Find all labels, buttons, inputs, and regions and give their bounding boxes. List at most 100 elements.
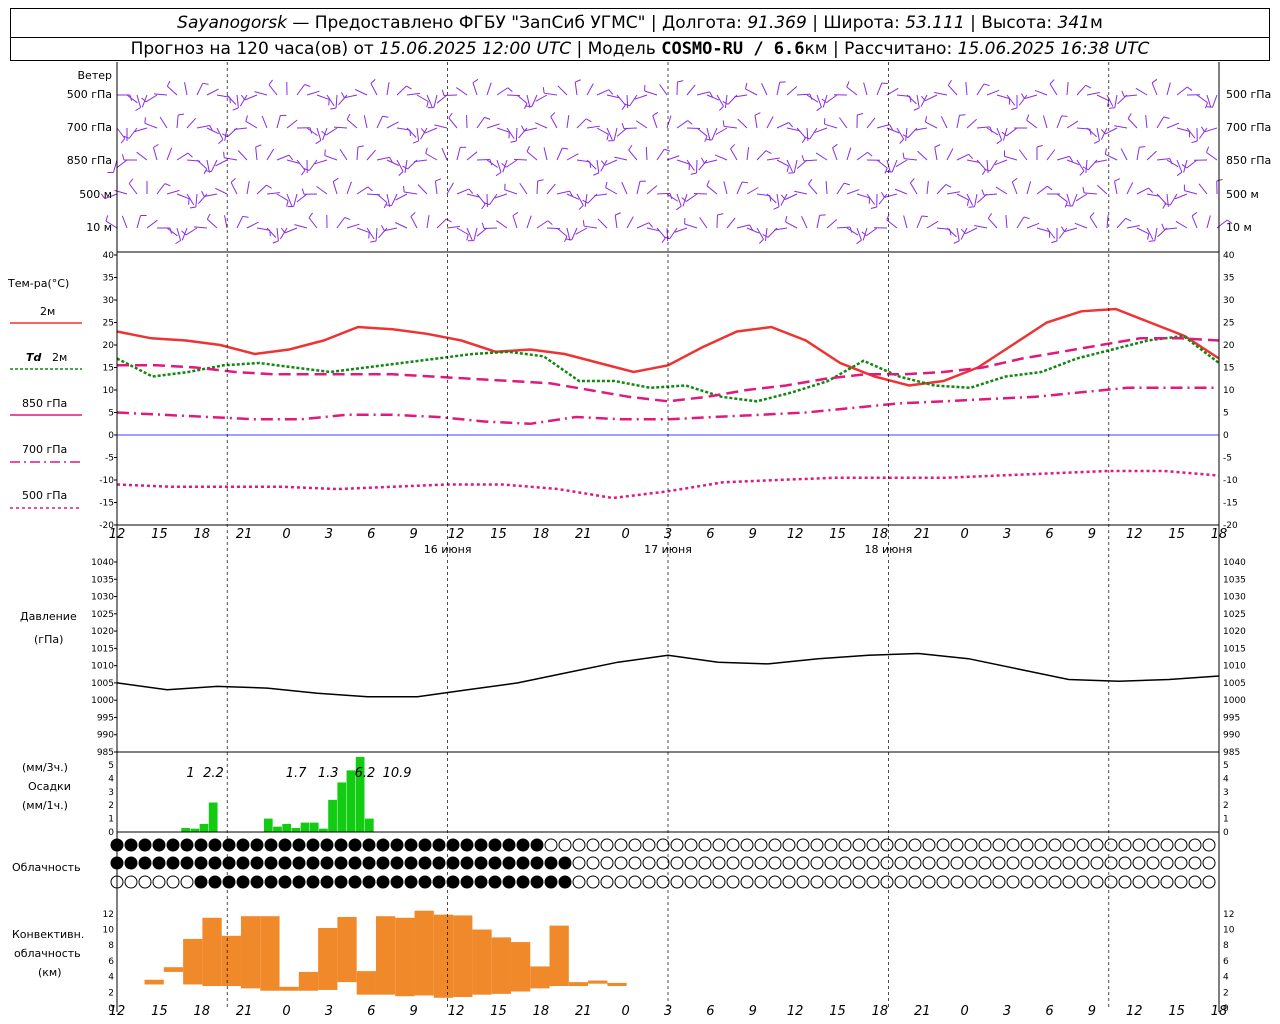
wind-barb-feather (230, 177, 236, 183)
conv-bar (453, 915, 473, 998)
wind-barb (159, 116, 168, 129)
cloud-cover-circle (768, 875, 782, 889)
wind-barb (826, 219, 838, 229)
wind-barb (1106, 215, 1109, 229)
cloud-cover-circle (1034, 838, 1048, 852)
temp-ytick: 10 (103, 386, 115, 396)
cloud-cover-circle (964, 856, 978, 870)
x-tick-temp: 3 (1003, 527, 1011, 542)
wind-barb (1136, 147, 1140, 161)
wind-barb (308, 159, 318, 171)
cloud-cover-circle (810, 875, 824, 889)
wind-barb (404, 159, 408, 173)
precip-bar (263, 818, 273, 832)
wind-barb-feather (742, 181, 749, 184)
wind-barb (616, 94, 626, 106)
wind-barb-feather (446, 218, 452, 223)
conv-bar (163, 967, 184, 972)
cloud-cover-circle (222, 856, 236, 870)
cloud-cover-circle (278, 856, 292, 870)
wind-level-label: 10 м (86, 221, 112, 234)
wind-barb (926, 220, 939, 229)
wind-barb-feather (367, 186, 373, 192)
wind-barb (1089, 216, 1098, 229)
wind-barb (1127, 118, 1138, 129)
conv-bar (298, 971, 319, 991)
cloud-cover-circle (1034, 875, 1048, 889)
conv-bar (510, 942, 531, 992)
wind-barb (446, 182, 454, 195)
wind-barb-feather (222, 133, 228, 138)
cloud-cover-circle (264, 856, 278, 870)
wind-barb (448, 117, 458, 129)
wind-barb (925, 121, 938, 129)
cloud-cover-circle (292, 838, 306, 852)
wind-barb (128, 183, 138, 195)
pressure-ytick-right: 1025 (1223, 610, 1246, 620)
wind-barb-feather (255, 144, 262, 148)
legend-td-unit: 2м (52, 351, 67, 364)
wind-barb-feather (953, 240, 960, 244)
wind-barb (512, 215, 518, 229)
wind-barb (776, 122, 789, 129)
wind-barb-feather (1161, 223, 1165, 230)
x-tick-bottom: 9 (410, 1004, 418, 1019)
cloud-cover-circle (1188, 875, 1202, 889)
wind-barb (825, 180, 828, 195)
wind-barb (909, 182, 918, 195)
wind-barb-feather (301, 188, 305, 195)
cloud-cover-circle (922, 856, 936, 870)
wind-barb-feather (648, 222, 654, 228)
wind-barb (574, 82, 578, 96)
wind-barb (128, 127, 138, 139)
wind-barb-feather (968, 153, 974, 160)
x-day-label: 16 июня (424, 543, 472, 556)
conv-ytick-right: 2 (1223, 988, 1229, 998)
temp-ytick-right: -10 (1223, 476, 1238, 486)
wind-barb (176, 152, 189, 161)
wind-barb (976, 83, 985, 96)
precip-bar (208, 802, 218, 832)
cloud-cover-circle (768, 856, 782, 870)
wind-barb (1191, 215, 1198, 229)
wind-barb (905, 127, 908, 141)
x-tick-temp: 3 (664, 527, 672, 542)
wind-barb (116, 127, 126, 139)
wind-barb (1056, 115, 1063, 129)
wind-barb (276, 227, 279, 241)
wind-barb (596, 127, 609, 135)
wind-barb (907, 127, 918, 138)
wind-barb (696, 127, 708, 137)
wind-barb-feather (816, 106, 822, 112)
wind-barb (803, 159, 818, 162)
wind-barb-feather (600, 160, 606, 166)
wind-barb (1071, 193, 1078, 207)
x-tick-bottom: 9 (1088, 1004, 1096, 1019)
wind-barb (808, 183, 818, 195)
cloud-cover-circle (362, 856, 376, 870)
x-tick-bottom: 15 (151, 1004, 168, 1019)
wind-barb (434, 124, 448, 129)
x-tick-temp: 3 (325, 527, 333, 542)
wind-barb (934, 147, 938, 161)
precip-total-label: 1.7 (286, 766, 307, 781)
wind-barb (166, 227, 178, 237)
wind-barb (1126, 225, 1140, 229)
wind-barb (566, 115, 570, 129)
wind-barb-feather (1176, 171, 1183, 177)
wind-barb-feather (786, 165, 789, 173)
wind-barb (126, 94, 138, 104)
wind-barb (785, 221, 798, 229)
wind-barb (1135, 87, 1148, 96)
wind-barb (1006, 127, 1018, 137)
wind-barb (550, 116, 558, 129)
wind-barb (876, 82, 883, 96)
wind-barb (346, 181, 352, 195)
wind-barb-feather (1085, 84, 1092, 89)
wind-barb-feather (512, 211, 519, 217)
wind-barb (196, 83, 204, 96)
wind-barb (974, 193, 978, 207)
cloud-cover-circle (754, 838, 768, 852)
wind-barb (456, 87, 468, 96)
precip-total-label: 1.3 (318, 766, 339, 781)
